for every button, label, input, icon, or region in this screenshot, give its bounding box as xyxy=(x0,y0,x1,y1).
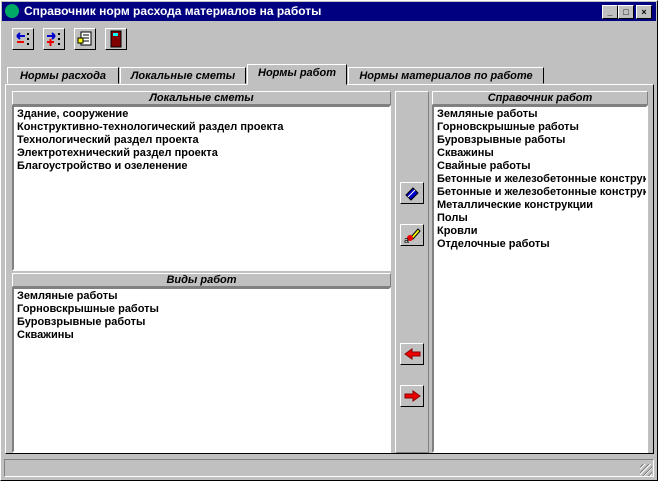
list-item[interactable]: Здание, сооружение xyxy=(17,108,386,121)
list-item[interactable]: Электротехнический раздел проекта xyxy=(17,147,386,160)
move-right-button[interactable] xyxy=(400,385,424,407)
list-item[interactable]: Земляные работы xyxy=(17,290,386,303)
list-item[interactable]: Отделочные работы xyxy=(437,238,643,251)
list-item[interactable]: Земляные работы xyxy=(437,108,643,121)
list-item[interactable]: Технологический раздел проекта xyxy=(17,134,386,147)
list-item[interactable]: Горновскрышные работы xyxy=(437,121,643,134)
list-item[interactable]: Конструктивно-технологический раздел про… xyxy=(17,121,386,134)
exit-door-icon xyxy=(110,30,122,48)
list-item[interactable]: Благоустройство и озеленение xyxy=(17,160,386,173)
list-item[interactable]: Скважины xyxy=(437,147,643,160)
svg-text:a: a xyxy=(404,235,409,245)
minimize-button[interactable]: _ xyxy=(602,5,618,19)
local-estimates-list[interactable]: Здание, сооружение Конструктивно-техноло… xyxy=(12,105,391,271)
tab-work-norms[interactable]: Нормы работ xyxy=(247,64,347,85)
works-catalog-list[interactable]: Земляные работы Горновскрышные работы Бу… xyxy=(432,105,648,453)
list-item[interactable]: Металлические конструкции xyxy=(437,199,643,212)
list-item[interactable]: Бетонные и железобетонные конструкции xyxy=(437,173,646,186)
add-icon xyxy=(47,32,60,46)
report-button[interactable] xyxy=(74,28,96,50)
eraser-icon: a xyxy=(404,228,421,245)
remove-button[interactable] xyxy=(12,28,34,50)
arrow-right-icon xyxy=(404,390,421,402)
list-item[interactable]: Бетонные и железобетонные конструкции xyxy=(437,186,646,199)
eraser-button[interactable]: a xyxy=(400,224,424,246)
status-bar xyxy=(4,459,654,477)
book-icon xyxy=(405,187,419,201)
report-icon xyxy=(77,31,92,46)
list-item[interactable]: Скважины xyxy=(17,329,386,342)
tab-local-estimates[interactable]: Локальные сметы xyxy=(120,67,246,84)
title-bar[interactable]: Справочник норм расхода материалов на ра… xyxy=(2,2,656,21)
add-button[interactable] xyxy=(43,28,65,50)
app-icon xyxy=(5,4,19,18)
move-left-button[interactable] xyxy=(400,343,424,365)
list-item[interactable]: Буровзрывные работы xyxy=(437,134,643,147)
resize-grip[interactable] xyxy=(640,464,652,476)
arrow-left-icon xyxy=(404,348,421,360)
close-button[interactable]: × xyxy=(636,5,652,19)
local-estimates-header: Локальные сметы xyxy=(12,91,391,105)
work-types-header: Виды работ xyxy=(12,273,391,287)
list-item[interactable]: Свайные работы xyxy=(437,160,643,173)
list-item[interactable]: Полы xyxy=(437,212,643,225)
maximize-button[interactable]: □ xyxy=(618,5,634,19)
exit-button[interactable] xyxy=(105,28,127,50)
list-item[interactable]: Горновскрышные работы xyxy=(17,303,386,316)
window-title: Справочник норм расхода материалов на ра… xyxy=(24,4,322,18)
remove-icon xyxy=(16,32,29,45)
list-item[interactable]: Кровли xyxy=(437,225,643,238)
tab-material-norms-by-work[interactable]: Нормы материалов по работе xyxy=(348,67,544,84)
book-button[interactable] xyxy=(400,182,424,204)
tab-consumption-norms[interactable]: Нормы расхода xyxy=(7,67,119,84)
works-catalog-header: Справочник работ xyxy=(432,91,648,105)
work-types-list[interactable]: Земляные работы Горновскрышные работы Бу… xyxy=(12,287,391,453)
list-item[interactable]: Буровзрывные работы xyxy=(17,316,386,329)
